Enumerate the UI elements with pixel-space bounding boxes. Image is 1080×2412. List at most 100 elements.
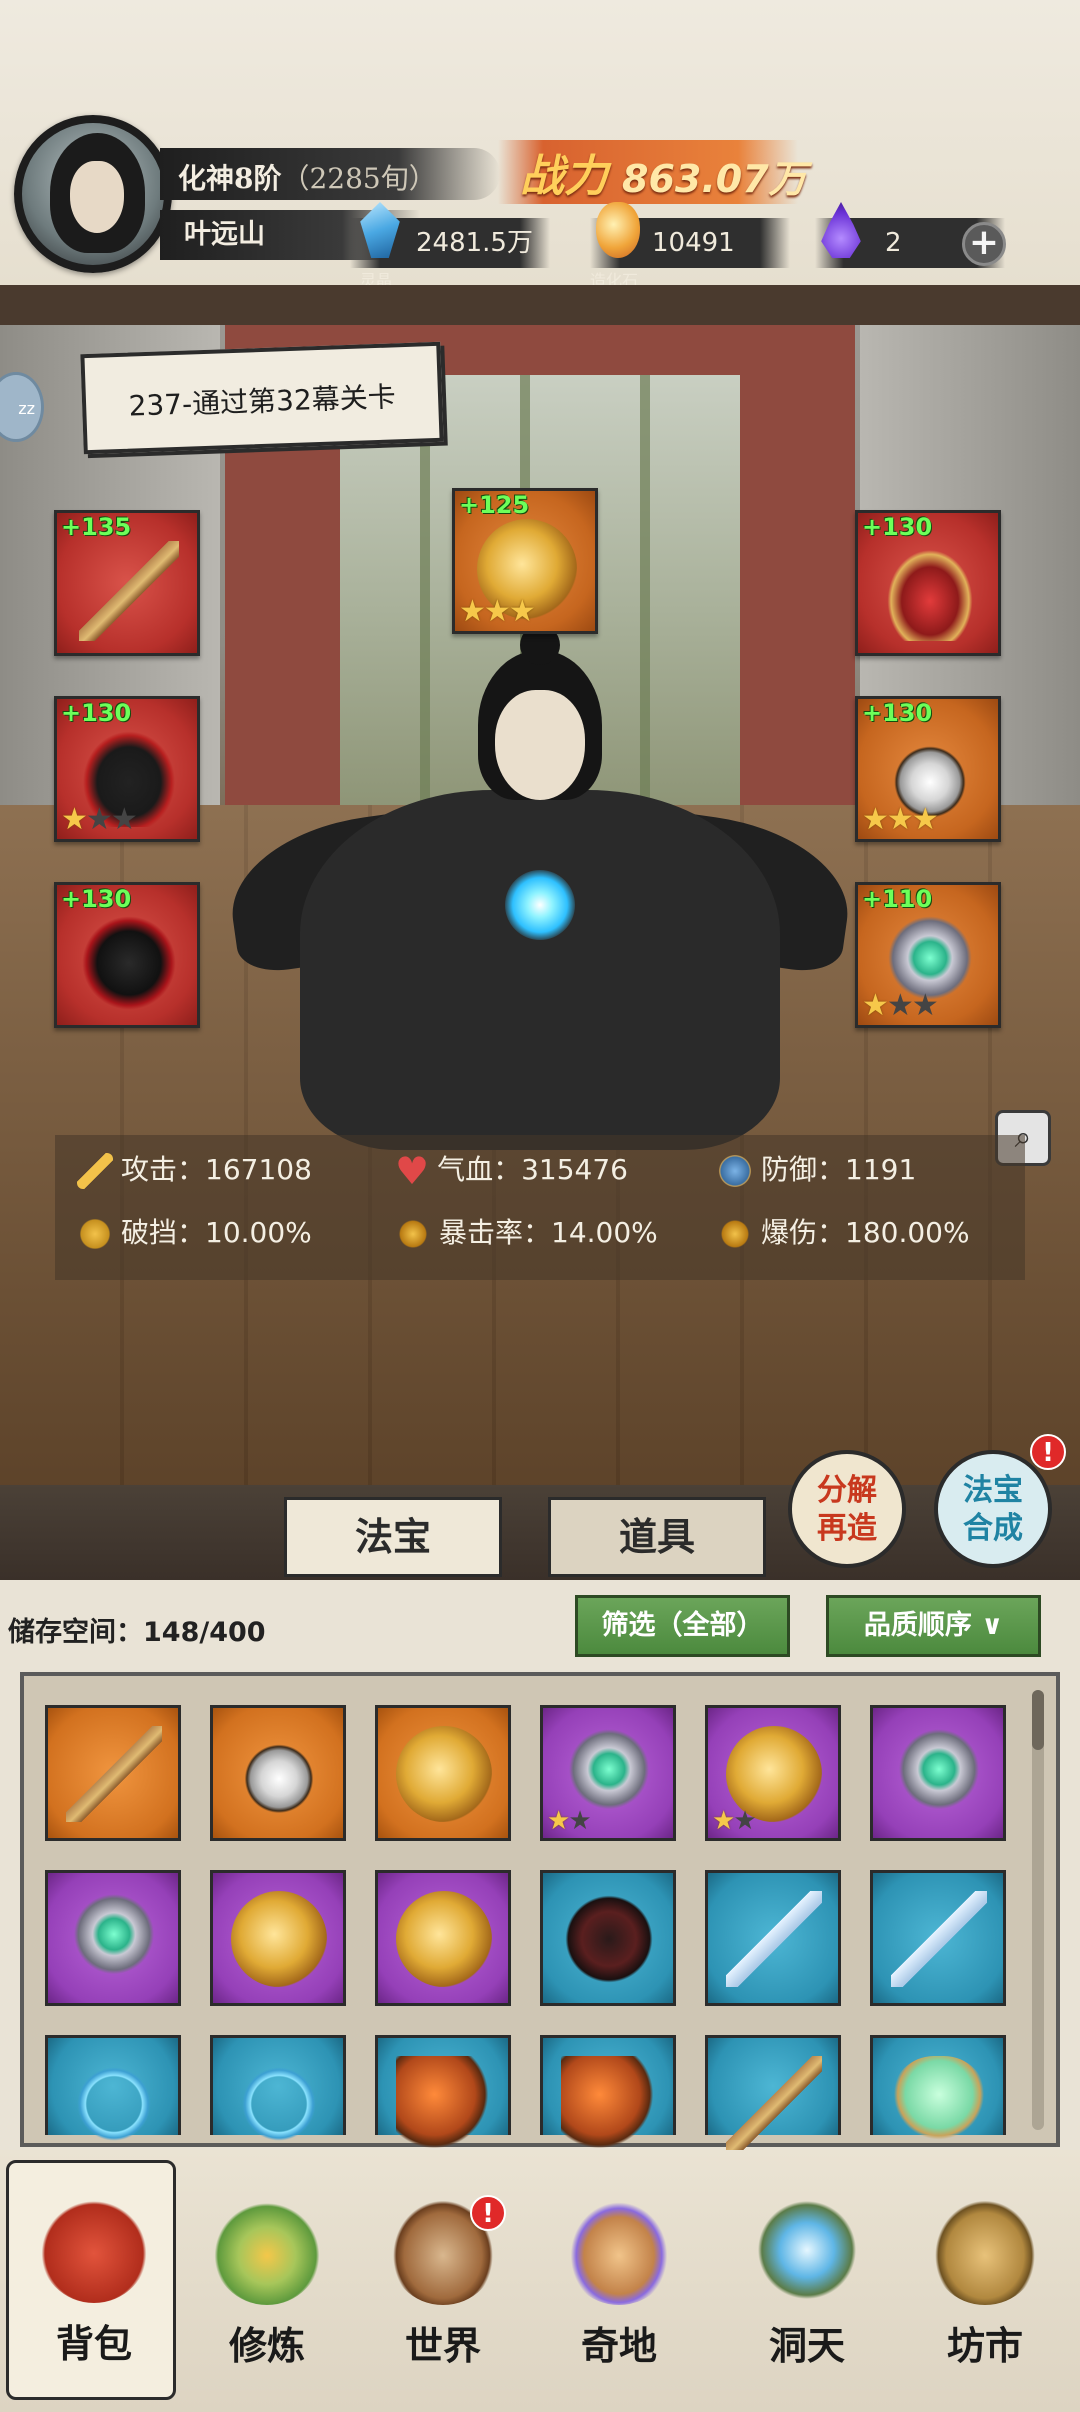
power-label: 战力 [520,151,608,202]
resource-creation-stone[interactable]: 造化石 10491 [590,202,790,290]
star-rating: ★★★ [459,594,536,629]
storage-label: 储存空间： [8,1617,143,1648]
sort-dropdown[interactable]: 品质顺序 ∨ [826,1595,1041,1657]
stats-panel: 攻击：167108 ♥ 气血：315476 防御：1191 破挡：10.00% 暴… [55,1135,1025,1280]
inventory-item[interactable] [375,2035,511,2152]
resource-value: 2 [885,228,902,258]
inventory-item[interactable] [210,1705,346,1841]
scrollbar-thumb[interactable] [1032,1690,1044,1750]
storage-capacity: 储存空间：148/400 [8,1610,266,1649]
resource-value: 2481.5万 [416,228,533,258]
stat-label: 防御： [761,1153,846,1186]
armor-break-icon [77,1216,113,1252]
dragon-icon [231,1891,327,1987]
tabs-strip [0,1485,1080,1580]
equip-slot-weapon[interactable]: +135 [54,510,200,656]
equip-slot-treasure[interactable]: +125 ★★★ [452,488,598,634]
inventory-item[interactable] [540,2035,676,2152]
inventory-item[interactable]: ★★ [540,1705,676,1841]
wonderland-icon [564,2195,674,2305]
player-avatar[interactable] [14,115,172,273]
nav-world[interactable]: 世界 [358,2165,528,2405]
ring-icon [66,1891,162,1987]
cultivate-icon [212,2195,322,2305]
stat-label: 攻击： [121,1153,206,1186]
nav-cave[interactable]: 洞天 [722,2165,892,2405]
enhance-level: +130 [61,885,132,913]
stat-label: 暴击率： [439,1216,552,1249]
stat-attack: 攻击：167108 [77,1145,312,1195]
equip-slot-ring[interactable]: +110 ★★★ [855,882,1001,1028]
equip-slot-amulet[interactable]: +130 ★★★ [855,696,1001,842]
nav-cultivate[interactable]: 修炼 [182,2165,352,2405]
sword-icon [726,1891,822,1987]
nav-bag[interactable]: 背包 [6,2160,176,2400]
stat-armor-break: 破挡：10.00% [77,1208,312,1258]
nav-label: 坊市 [946,2323,1023,2368]
inventory-item[interactable] [45,1705,181,1841]
creation-stone-icon [596,202,640,258]
inventory-item[interactable] [870,2035,1006,2152]
add-resource-button[interactable]: + [962,222,1006,266]
inventory-item[interactable] [45,2035,181,2152]
star-rating: ★★★ [862,988,939,1023]
decompose-button[interactable]: 分解 再造 [788,1450,906,1568]
inventory-item[interactable] [45,1870,181,2006]
realm-text: 化神8阶（2285旬） [178,157,437,197]
character-face [495,690,585,800]
axe-icon [561,2056,657,2152]
roof-beam [0,285,1080,325]
star-rating: ★★ [547,1806,592,1836]
inventory-item[interactable] [705,2035,841,2152]
nav-label: 背包 [55,2321,132,2366]
stat-defense: 防御：1191 [717,1145,916,1195]
resource-spirit-crystal[interactable]: 灵晶 2481.5万 [350,202,550,290]
staff-icon [66,1726,162,1822]
realm-detail: （2285旬） [281,162,437,195]
inventory-item[interactable] [540,1870,676,2006]
inventory-item[interactable] [375,1705,511,1841]
inventory-item[interactable] [375,1870,511,2006]
equip-slot-armor[interactable]: +130 ★★★ [54,696,200,842]
equip-slot-helmet[interactable]: +130 [54,882,200,1028]
decompose-label-line2: 再造 [817,1511,877,1546]
stat-crit-rate: 暴击率：14.00% [395,1208,658,1258]
stat-hp: ♥ 气血：315476 [395,1145,628,1195]
equip-slot-headband[interactable]: +130 [855,510,1001,656]
character-robe [300,790,780,1150]
stat-value: 1191 [845,1153,917,1186]
filter-button[interactable]: 筛选（全部） [575,1595,790,1657]
inventory-scrollbar[interactable] [1032,1690,1044,2130]
inventory-item[interactable] [870,1870,1006,2006]
inventory-item[interactable] [870,1705,1006,1841]
nav-label: 奇地 [580,2323,657,2368]
inventory-item[interactable] [210,1870,346,2006]
inventory-item[interactable] [210,2035,346,2152]
realm-level: 化神8阶 [178,162,282,195]
merge-label-line1: 法宝 [963,1473,1023,1508]
merge-treasure-button[interactable]: 法宝 合成 [934,1450,1052,1568]
enhance-level: +130 [61,699,132,727]
crown-icon [880,541,980,641]
stat-value: 180.00% [845,1216,970,1249]
sword-icon [77,1153,113,1189]
inventory-item[interactable]: ★★ [705,1705,841,1841]
star-rating: ★★★ [862,802,939,837]
heart-icon: ♥ [395,1149,430,1193]
nav-market[interactable]: 坊市 [900,2165,1070,2405]
merge-label-line2: 合成 [963,1511,1023,1546]
helmet-icon [79,913,179,1013]
stat-value: 167108 [205,1153,312,1186]
sword-icon [891,1891,987,1987]
tab-treasure[interactable]: 法宝 [284,1497,502,1577]
market-icon [930,2195,1040,2305]
world-alert-badge: ! [470,2195,506,2231]
stat-label: 爆伤： [761,1216,846,1249]
resource-value: 10491 [652,228,735,258]
storage-value: 148/400 [143,1617,266,1648]
shield-icon [717,1153,753,1189]
nav-wonderland[interactable]: 奇地 [534,2165,704,2405]
tab-items[interactable]: 道具 [548,1497,766,1577]
inventory-item[interactable] [705,1870,841,2006]
stat-crit-damage: 爆伤：180.00% [717,1208,970,1258]
